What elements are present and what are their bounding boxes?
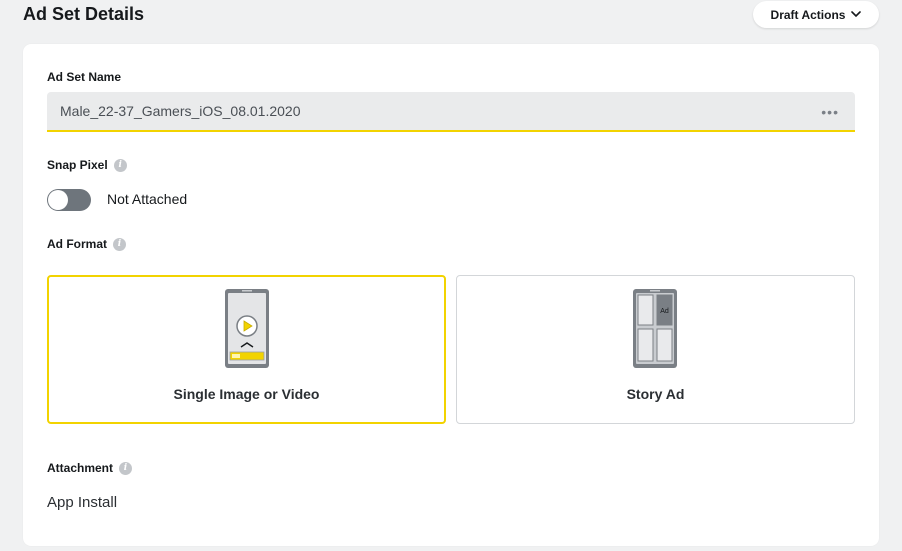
page-title: Ad Set Details xyxy=(23,4,145,24)
phone-story-grid-icon: Ad xyxy=(633,289,677,368)
ad-set-name-value: Male_22-37_Gamers_iOS_08.01.2020 xyxy=(60,103,301,119)
ad-set-name-label-text: Ad Set Name xyxy=(47,70,122,84)
chevron-down-icon xyxy=(851,11,862,18)
attachment-label: Attachment i xyxy=(47,461,133,475)
info-icon[interactable]: i xyxy=(113,158,127,172)
ad-format-label-text: Ad Format xyxy=(47,237,107,251)
ad-set-name-label: Ad Set Name xyxy=(47,70,121,84)
format-option-story-ad[interactable]: Ad Story Ad xyxy=(456,275,855,424)
snap-pixel-status: Not Attached xyxy=(107,191,188,207)
more-options-icon[interactable]: ••• xyxy=(821,105,839,119)
format-option-single-image-or-video[interactable]: Single Image or Video xyxy=(47,275,446,424)
phone-play-icon xyxy=(225,289,269,368)
attachment-value: App Install xyxy=(47,494,118,511)
story-ad-badge: Ad xyxy=(660,308,669,315)
draft-actions-button[interactable]: Draft Actions xyxy=(753,1,879,28)
snap-pixel-label: Snap Pixel i xyxy=(47,158,127,172)
format-option-label: Single Image or Video xyxy=(173,386,320,402)
info-icon[interactable]: i xyxy=(113,237,126,251)
draft-actions-label: Draft Actions xyxy=(770,7,846,22)
ad-set-details-card: Ad Set Name Male_22-37_Gamers_iOS_08.01.… xyxy=(23,44,879,546)
snap-pixel-toggle[interactable] xyxy=(47,189,91,211)
attachment-label-text: Attachment xyxy=(47,461,114,475)
ad-set-name-input[interactable]: Male_22-37_Gamers_iOS_08.01.2020 ••• xyxy=(47,92,855,132)
toggle-knob xyxy=(48,190,68,210)
format-option-label: Story Ad xyxy=(626,386,685,402)
ad-format-label: Ad Format i xyxy=(47,237,126,251)
info-icon[interactable]: i xyxy=(119,461,133,475)
snap-pixel-label-text: Snap Pixel xyxy=(47,158,108,172)
